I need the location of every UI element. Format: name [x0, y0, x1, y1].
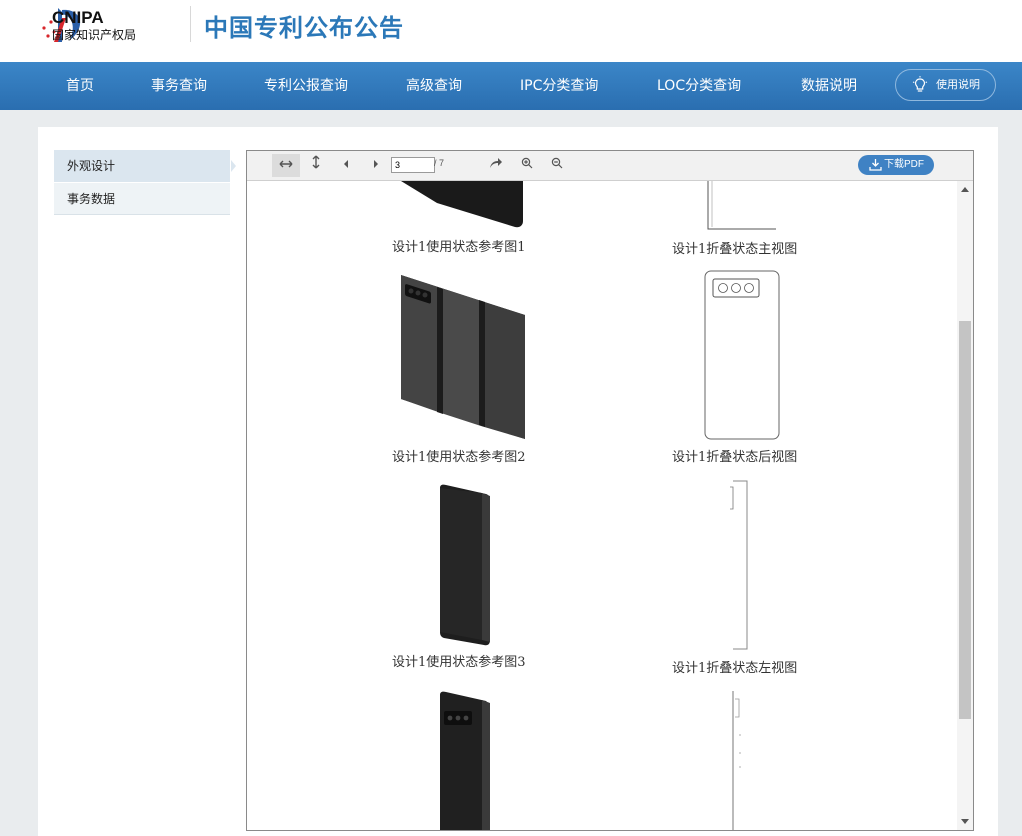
prev-page-button[interactable]: [332, 154, 360, 177]
page-number-input[interactable]: 3: [391, 157, 435, 173]
design-image-use3: [440, 484, 490, 646]
viewer-toolbar: 3 / 7 下载PDF: [247, 151, 973, 181]
nav-transaction-search[interactable]: 事务查询: [151, 62, 207, 110]
zoom-in-button[interactable]: [513, 154, 541, 177]
zoom-in-icon: [521, 157, 533, 169]
pdf-viewer: 3 / 7 下载PDF 设计1使用状态参考图1 设计1折叠状态主视图 设计1使用…: [246, 150, 974, 831]
nav-loc-search[interactable]: LOC分类查询: [657, 62, 741, 110]
nav-gazette-search[interactable]: 专利公报查询: [264, 62, 348, 110]
redo-arrow-icon: [490, 158, 502, 168]
sidebar-item-transaction-data[interactable]: 事务数据: [54, 183, 230, 215]
design-image-bottom-view: [732, 691, 741, 830]
zoom-out-button[interactable]: [543, 154, 571, 177]
help-label: 使用说明: [936, 78, 980, 91]
design-image-use4: [440, 691, 490, 830]
design-image-use1: [401, 181, 523, 228]
design-image-rear: [704, 270, 780, 440]
design-image-front: [707, 181, 776, 230]
caption-use1: 设计1使用状态参考图1: [392, 240, 526, 255]
triangle-right-icon: [374, 160, 378, 168]
logo-text-cn: 国家知识产权局: [52, 28, 137, 42]
design-image-use2: [401, 275, 525, 439]
logo-text-en: CNIPA: [52, 8, 104, 27]
download-pdf-button[interactable]: 下载PDF: [858, 155, 934, 175]
download-label: 下载PDF: [884, 159, 924, 170]
help-button[interactable]: 使用说明: [895, 69, 996, 101]
main-nav: 首页 事务查询 专利公报查询 高级查询 IPC分类查询 LOC分类查询 数据说明…: [0, 62, 1022, 110]
design-image-left: [730, 480, 748, 650]
site-title[interactable]: 中国专利公布公告: [204, 8, 404, 43]
nav-ipc-search[interactable]: IPC分类查询: [520, 62, 598, 110]
sidebar-active-indicator: [231, 160, 236, 172]
next-page-button[interactable]: [362, 154, 390, 177]
viewer-scrollbar[interactable]: [957, 181, 973, 830]
sidebar-item-design[interactable]: 外观设计: [54, 150, 230, 182]
caption-left: 设计1折叠状态左视图: [672, 661, 798, 676]
caption-use3: 设计1使用状态参考图3: [392, 655, 526, 670]
scroll-down-arrow[interactable]: [961, 819, 969, 824]
header-divider: [190, 6, 191, 42]
pdf-page: 设计1使用状态参考图1 设计1折叠状态主视图 设计1使用状态参考图2 设计1折叠…: [247, 181, 957, 830]
caption-front: 设计1折叠状态主视图: [672, 242, 798, 257]
scrollbar-thumb[interactable]: [959, 321, 971, 719]
page-total: / 7: [434, 158, 445, 168]
zoom-out-icon: [551, 157, 563, 169]
nav-home[interactable]: 首页: [66, 62, 94, 110]
download-icon: [869, 159, 882, 171]
scroll-up-arrow[interactable]: [961, 187, 969, 192]
site-header: CNIPA 国家知识产权局 中国专利公布公告: [0, 0, 1022, 62]
rotate-button[interactable]: [482, 154, 510, 177]
nav-advanced-search[interactable]: 高级查询: [406, 62, 462, 110]
caption-use2: 设计1使用状态参考图2: [392, 450, 526, 465]
caption-rear: 设计1折叠状态后视图: [672, 450, 798, 465]
fit-height-button[interactable]: [302, 154, 330, 177]
fit-width-icon: [279, 160, 293, 168]
fit-width-button[interactable]: [272, 154, 300, 177]
triangle-left-icon: [344, 160, 348, 168]
fit-height-icon: [312, 155, 320, 169]
nav-data-notes[interactable]: 数据说明: [801, 62, 857, 110]
lightbulb-icon: [912, 76, 928, 92]
